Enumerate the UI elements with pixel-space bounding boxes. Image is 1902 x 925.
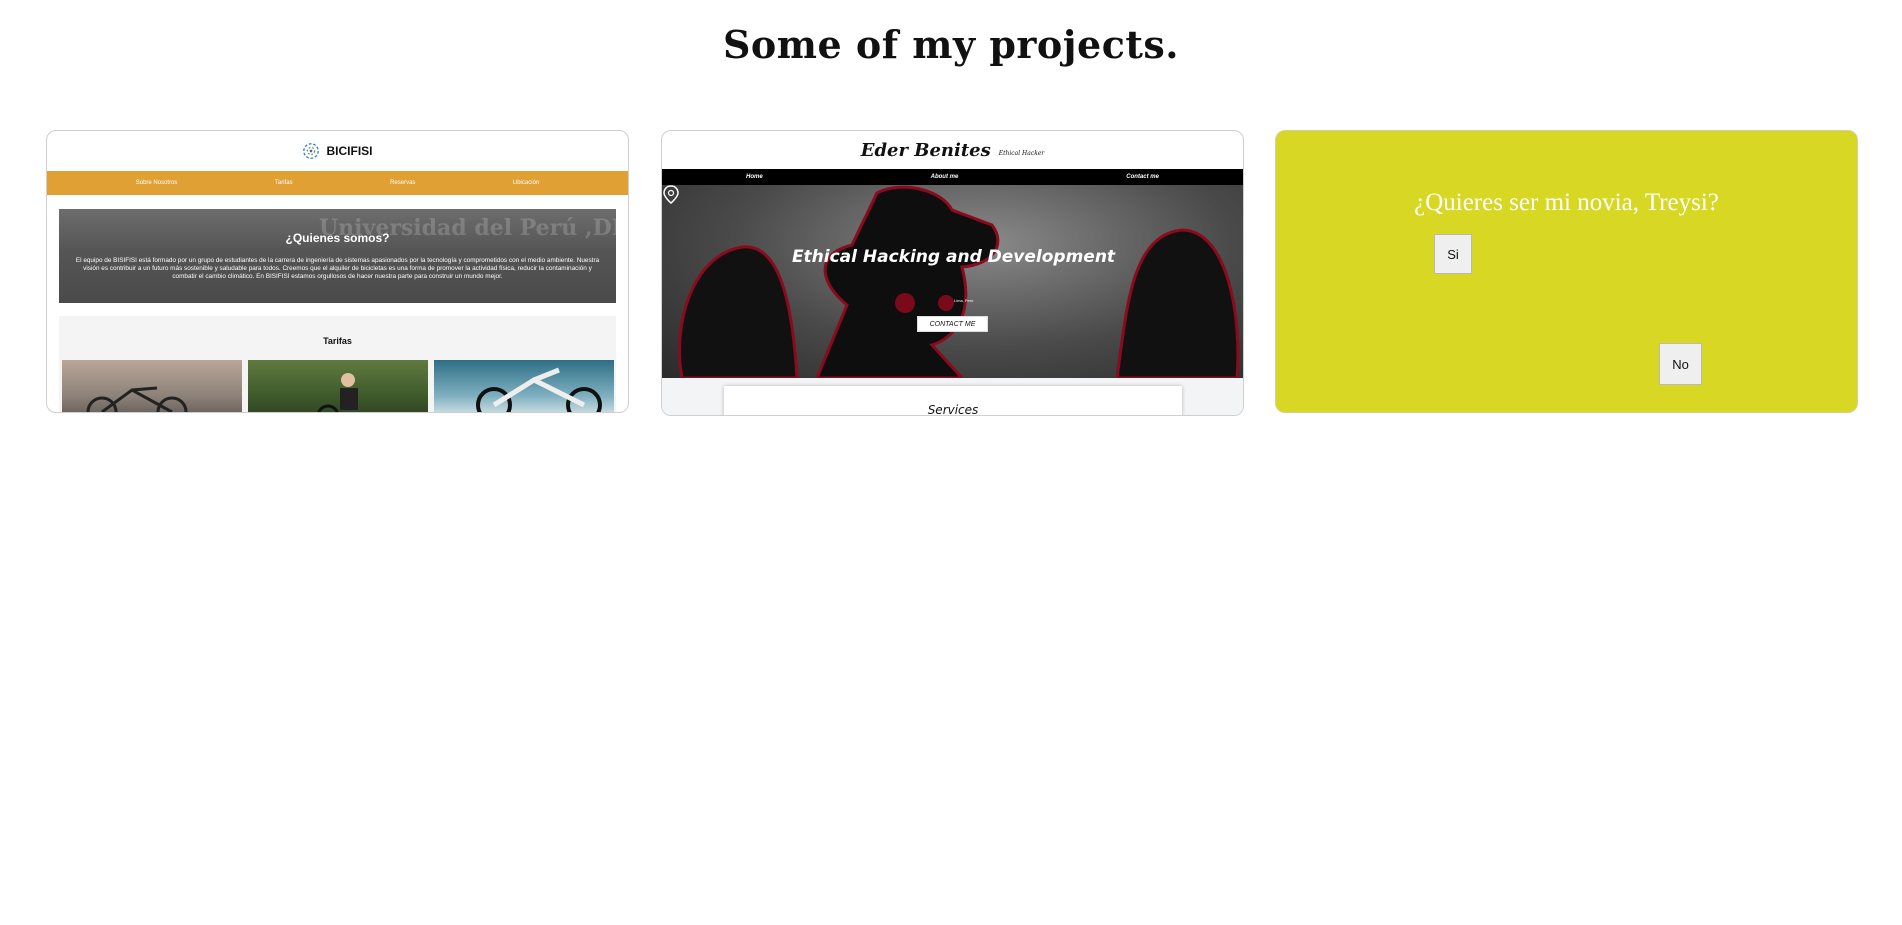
eder-services-card: Services	[724, 386, 1182, 416]
eder-nav-contact: Contact me	[1126, 174, 1159, 180]
page-title: Some of my projects.	[722, 22, 1180, 67]
location-pin-icon	[663, 185, 679, 204]
bicifisi-hero-title: ¿Quienes somos?	[285, 231, 390, 245]
bicifisi-nav-sobre-nosotros: Sobre Nosotros	[135, 180, 178, 186]
bicifisi-nav-tarifas: Tarifas	[274, 180, 293, 186]
bike-image	[62, 360, 242, 412]
contact-me-button[interactable]: CONTACT ME	[917, 316, 988, 332]
bicifisi-nav-reservas: Reservas	[390, 180, 416, 186]
bicifisi-tarifas-title: Tarifas	[323, 336, 352, 346]
question-text: ¿Quieres ser mi novia, Treysi?	[1414, 189, 1719, 216]
hacker-silhouette-image	[678, 185, 1240, 378]
eder-hero-title: Ethical Hacking and Development	[791, 247, 1116, 267]
bicifisi-header: BICIFISI	[47, 131, 628, 171]
project-card-bicifisi[interactable]: BICIFISI Sobre Nosotros Tarifas Reservas…	[46, 130, 629, 413]
bicifisi-tarifas-section: Tarifas	[59, 316, 616, 412]
eder-name: Eder Benites	[860, 139, 991, 161]
bicifisi-hero-text: El equipo de BISIFISI está formado por u…	[75, 257, 600, 280]
eder-services-title: Services	[927, 403, 979, 416]
si-button[interactable]: Si	[1434, 234, 1472, 274]
eder-hero: Ethical Hacking and Development Lima, Pe…	[662, 185, 1243, 378]
eder-nav-about: About me	[930, 174, 959, 180]
bicifisi-nav: Sobre Nosotros Tarifas Reservas Ubicació…	[47, 171, 628, 195]
eder-nav: Home About me Contact me	[662, 169, 1243, 185]
project-card-eder-benites[interactable]: Eder Benites Ethical Hacker Home About m…	[661, 130, 1244, 416]
project-card-question[interactable]: ¿Quieres ser mi novia, Treysi? Si No	[1275, 130, 1858, 413]
bike-image	[434, 360, 614, 412]
eder-header: Eder Benites Ethical Hacker	[662, 131, 1243, 169]
bicifisi-hero: Universidad del Perú ,DECANA DE AMÉRICA …	[59, 209, 616, 303]
eder-tagline: Ethical Hacker	[998, 149, 1045, 157]
eder-location: Lima, Perú	[954, 298, 974, 303]
eder-nav-home: Home	[745, 174, 763, 180]
eder-services-area: Services	[662, 378, 1243, 416]
bicifisi-nav-ubicacion: Ubicación	[512, 180, 540, 186]
bicifisi-brand: BICIFISI	[326, 144, 373, 158]
no-button[interactable]: No	[1659, 343, 1702, 385]
bicifisi-logo-icon	[303, 143, 320, 159]
rider-image	[248, 360, 428, 412]
